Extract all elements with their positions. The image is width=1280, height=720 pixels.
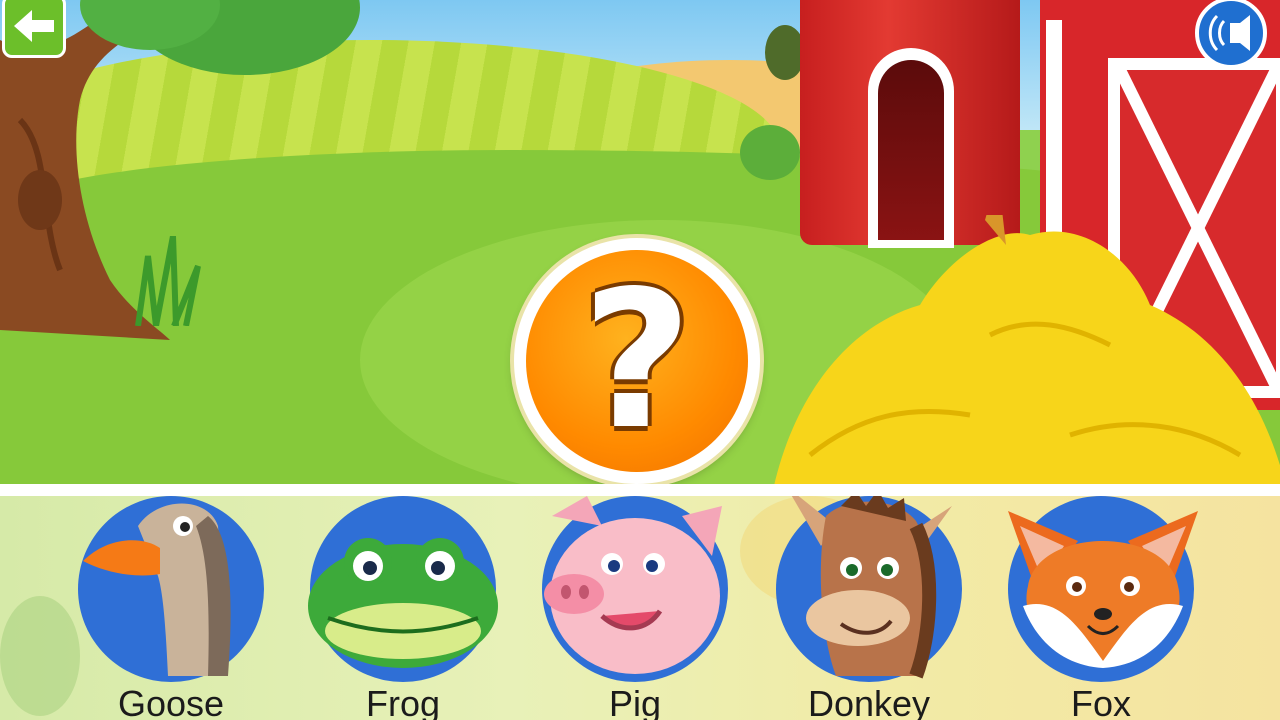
grass-tuft-left — [135, 236, 201, 326]
animal-label: Donkey — [807, 683, 931, 720]
animal-label: Fox — [1070, 683, 1131, 720]
question-button-face: ? — [526, 250, 748, 472]
speaker-icon — [1208, 14, 1250, 52]
animal-label: Pig — [608, 683, 662, 720]
shrub-dark — [765, 25, 805, 80]
animal-card-fox[interactable]: Fox — [998, 496, 1198, 720]
animal-card-frog[interactable]: Frog — [300, 496, 500, 720]
haystack — [773, 215, 1280, 487]
donkey-icon — [791, 496, 952, 679]
farm-scene: ? — [0, 0, 1280, 487]
arrow-left-icon — [14, 10, 54, 42]
fox-icon — [1008, 511, 1198, 668]
silo-doorway — [878, 60, 944, 240]
sound-button[interactable] — [1195, 0, 1267, 69]
pig-icon — [544, 496, 722, 674]
question-mark-icon: ? — [581, 250, 693, 471]
bush — [740, 125, 800, 180]
scene-divider — [0, 484, 1280, 496]
frog-icon — [308, 538, 498, 668]
animal-card-donkey[interactable]: Donkey — [766, 496, 966, 720]
animal-label: Frog — [365, 683, 441, 720]
goose-icon — [83, 503, 231, 676]
animal-choice-tray: Goose Frog Pig Donkey Fox — [0, 496, 1280, 720]
back-button[interactable] — [2, 0, 66, 58]
animal-card-goose[interactable]: Goose — [68, 496, 268, 720]
animal-label: Goose — [117, 683, 225, 720]
question-button[interactable]: ? — [514, 238, 760, 484]
animal-card-pig[interactable]: Pig — [532, 496, 732, 720]
